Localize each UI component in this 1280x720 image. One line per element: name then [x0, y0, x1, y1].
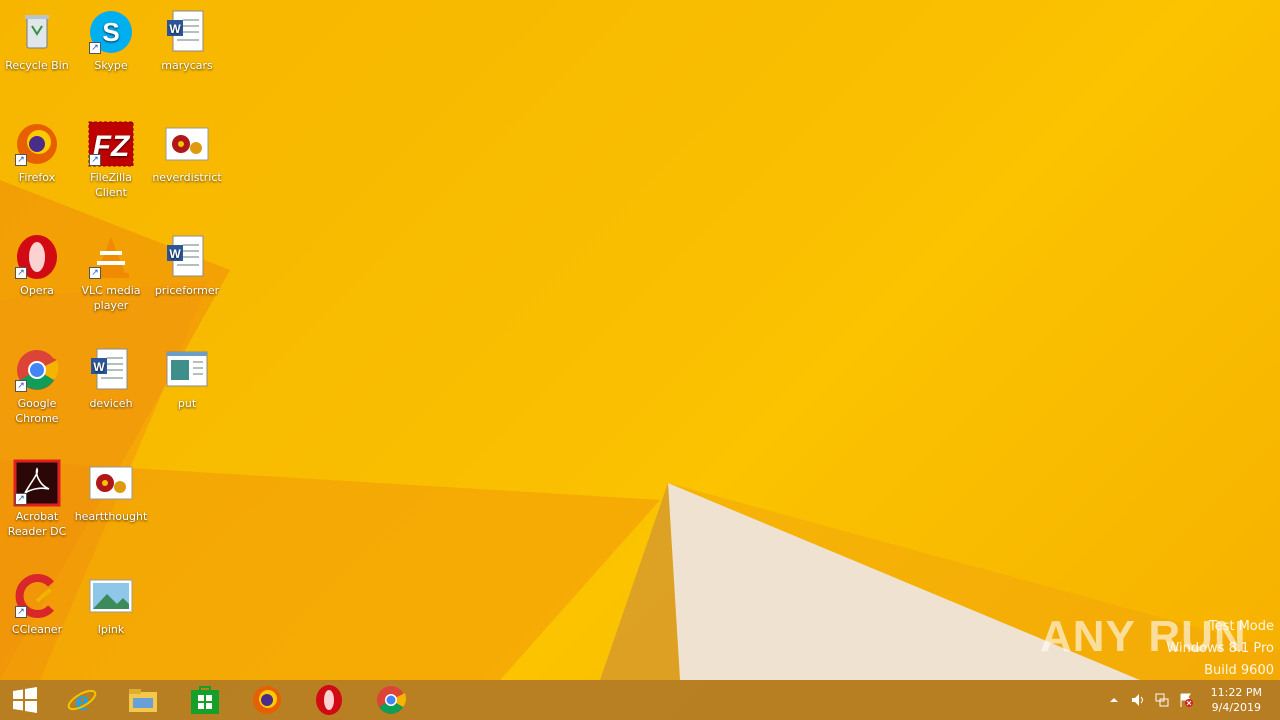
desktop-icon-label: deviceh	[89, 397, 133, 410]
desktop-icon-acrobat[interactable]: ↗ Acrobat Reader DC	[0, 459, 74, 539]
desktop-icon-priceformer[interactable]: W priceformer	[150, 233, 224, 298]
taskbar: e 11:22 PM 9/4/2019	[0, 680, 1280, 720]
desktop-icon-firefox[interactable]: ↗ Firefox	[0, 120, 74, 185]
clock-time: 11:22 PM	[1210, 686, 1262, 699]
taskbar-opera[interactable]	[299, 680, 359, 720]
opera-icon: ↗	[13, 233, 61, 281]
desktop-icon-label: Opera	[20, 284, 54, 297]
desktop-icon-label: priceformer	[154, 284, 220, 297]
taskbar-chrome[interactable]	[361, 680, 421, 720]
desktop-icon-neverdistrict[interactable]: neverdistrict	[150, 120, 224, 185]
file-explorer-icon	[129, 689, 157, 712]
clock-date: 9/4/2019	[1211, 701, 1262, 714]
desktop-icon-label: Google Chrome	[15, 397, 59, 425]
chrome-icon: ↗	[13, 346, 61, 394]
internet-explorer-icon: e	[67, 684, 97, 716]
watermark-line-1: Test Mode	[1208, 619, 1274, 634]
shortcut-arrow-icon: ↗	[89, 154, 101, 166]
desktop-icon-skype[interactable]: S ↗ Skype	[74, 8, 148, 73]
network-icon[interactable]	[1154, 692, 1170, 708]
taskbar-file-explorer[interactable]	[113, 680, 173, 720]
system-tray: 11:22 PM 9/4/2019	[1100, 680, 1280, 720]
show-hidden-icons-chevron-icon[interactable]	[1106, 692, 1122, 708]
shortcut-arrow-icon: ↗	[89, 42, 101, 54]
word-document-icon: W	[87, 346, 135, 394]
shortcut-arrow-icon: ↗	[15, 606, 27, 618]
shortcut-arrow-icon: ↗	[15, 493, 27, 505]
svg-text:S: S	[102, 17, 119, 47]
desktop-icon-label: Skype	[94, 59, 128, 72]
svg-text:e: e	[75, 684, 88, 716]
desktop-icon-label: CCleaner	[11, 623, 63, 636]
acrobat-icon: ↗	[13, 459, 61, 507]
store-icon	[191, 686, 219, 714]
volume-icon[interactable]	[1130, 692, 1146, 708]
desktop-icon-label: lpink	[97, 623, 125, 636]
desktop-icon-chrome[interactable]: ↗ Google Chrome	[0, 346, 74, 426]
recycle-bin-icon	[13, 8, 61, 56]
word-document-icon: W	[163, 233, 211, 281]
watermark-line-2: Windows 8.1 Pro	[1166, 641, 1274, 656]
svg-text:W: W	[93, 360, 105, 374]
opera-icon	[316, 685, 342, 715]
desktop-icon-label: Firefox	[18, 171, 56, 184]
watermark-line-3: Build 9600	[1204, 663, 1274, 678]
generic-file-icon	[163, 346, 211, 394]
desktop-icon-put[interactable]: put	[150, 346, 224, 411]
ccleaner-icon: ↗	[13, 572, 61, 620]
shortcut-arrow-icon: ↗	[15, 154, 27, 166]
firefox-icon: ↗	[13, 120, 61, 168]
vlc-icon: ↗	[87, 233, 135, 281]
taskbar-clock[interactable]: 11:22 PM 9/4/2019	[1211, 685, 1262, 715]
desktop-icon-heartthought[interactable]: heartthought	[74, 459, 148, 524]
desktop-icon-filezilla[interactable]: FZ ↗ FileZilla Client	[74, 120, 148, 200]
desktop-icon-deviceh[interactable]: W deviceh	[74, 346, 148, 411]
desktop-icon-recycle-bin[interactable]: Recycle Bin	[0, 8, 74, 73]
word-document-icon: W	[163, 8, 211, 56]
filezilla-icon: FZ ↗	[87, 120, 135, 168]
shortcut-arrow-icon: ↗	[89, 267, 101, 279]
svg-text:W: W	[169, 22, 181, 36]
desktop-icon-lpink[interactable]: lpink	[74, 572, 148, 637]
desktop-icon-vlc[interactable]: ↗ VLC media player	[74, 233, 148, 313]
desktop-icon-label: Acrobat Reader DC	[7, 510, 67, 538]
desktop-icon-label: VLC media player	[81, 284, 141, 312]
desktop-icon-label: marycars	[161, 59, 213, 72]
desktop-icon-label: FileZilla Client	[90, 171, 132, 199]
action-center-flag-icon[interactable]	[1178, 692, 1194, 708]
windows-logo-icon	[13, 687, 37, 713]
skype-icon: S ↗	[87, 8, 135, 56]
desktop-icon-ccleaner[interactable]: ↗ CCleaner	[0, 572, 74, 637]
shortcut-arrow-icon: ↗	[15, 267, 27, 279]
desktop: Recycle Bin ↗ Firefox ↗ Opera ↗ Google C…	[0, 0, 1280, 680]
taskbar-internet-explorer[interactable]: e	[52, 680, 112, 720]
landscape-image-icon	[87, 572, 135, 620]
desktop-icon-marycars[interactable]: W marycars	[150, 8, 224, 73]
start-button[interactable]	[0, 680, 50, 720]
shortcut-arrow-icon: ↗	[15, 380, 27, 392]
svg-text:W: W	[169, 247, 181, 261]
image-file-icon	[87, 459, 135, 507]
firefox-icon	[253, 686, 281, 714]
desktop-icon-label: put	[177, 397, 197, 410]
desktop-icon-label: Recycle Bin	[5, 59, 69, 72]
taskbar-store[interactable]	[175, 680, 235, 720]
test-mode-watermark: Test Mode Windows 8.1 Pro Build 9600	[1166, 616, 1274, 682]
desktop-icon-opera[interactable]: ↗ Opera	[0, 233, 74, 298]
image-file-icon	[163, 120, 211, 168]
chrome-icon	[377, 686, 407, 714]
taskbar-firefox[interactable]	[237, 680, 297, 720]
desktop-icon-label: neverdistrict	[152, 171, 222, 184]
desktop-icon-label: heartthought	[74, 510, 148, 523]
